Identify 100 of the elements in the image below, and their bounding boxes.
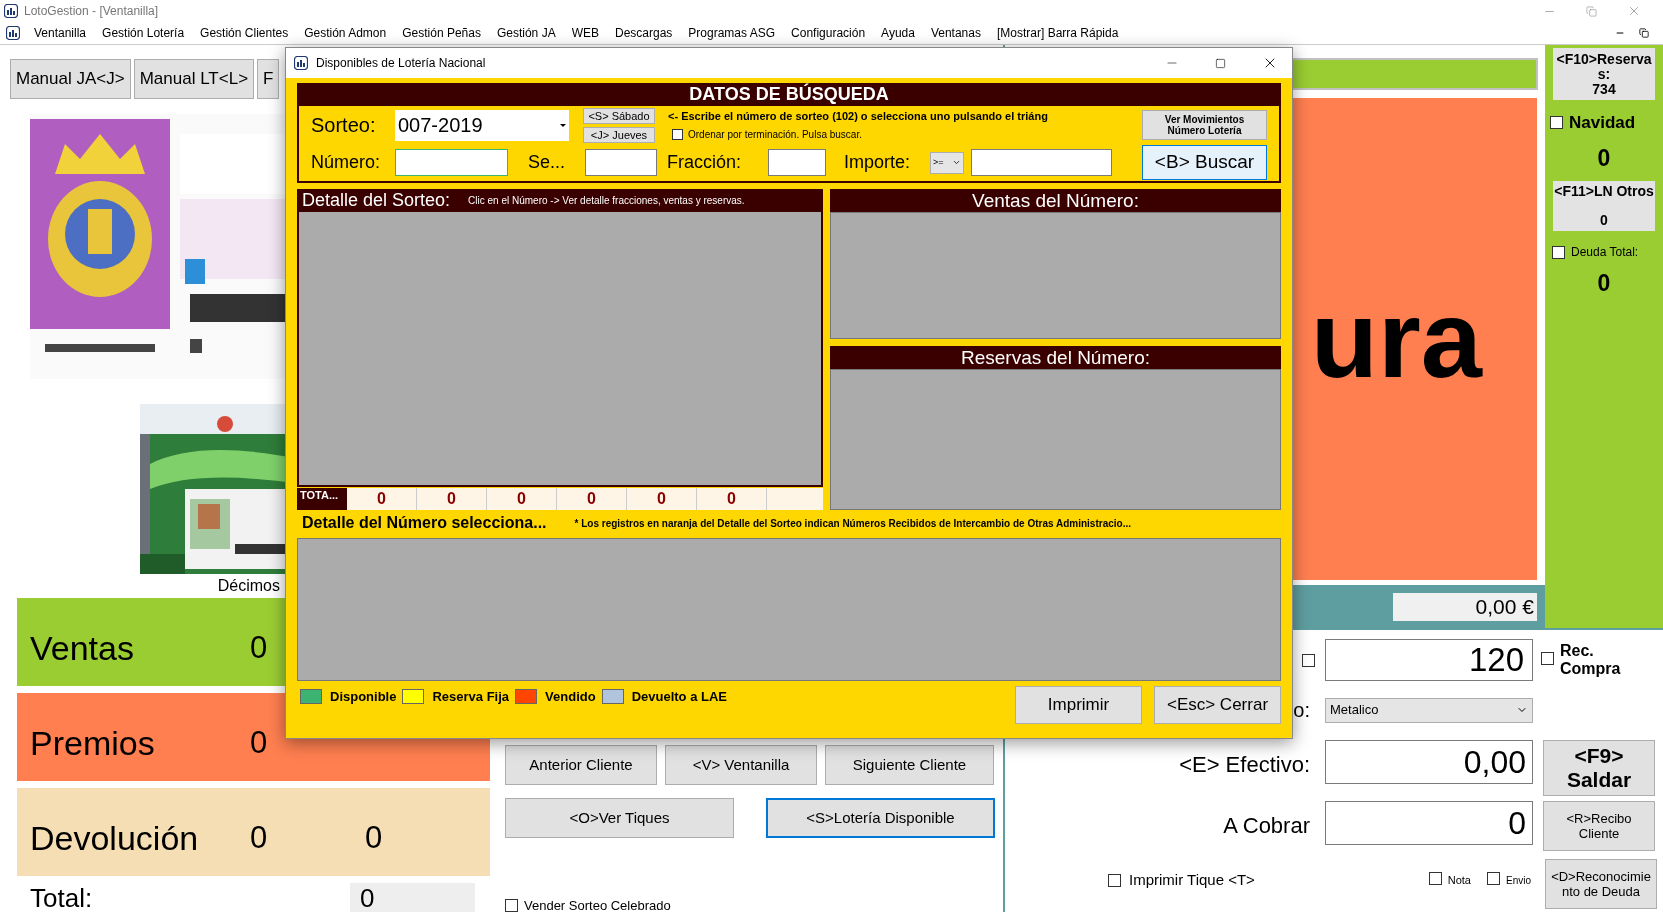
menu-item[interactable]: Descargas xyxy=(607,24,681,42)
checkbox[interactable] xyxy=(1302,653,1315,667)
recibo-button[interactable]: <R>Recibo Cliente xyxy=(1543,801,1655,851)
checkbox[interactable] xyxy=(1428,872,1442,885)
tab[interactable]: F xyxy=(257,59,280,99)
menu-item[interactable]: Gestión JA xyxy=(488,24,564,42)
client-button[interactable]: Anterior Cliente xyxy=(505,745,657,785)
checkbox-label: Vender Sorteo Celebrado xyxy=(524,897,671,912)
app-icon xyxy=(6,26,20,40)
menu-item[interactable]: Gestión Lotería xyxy=(94,24,193,42)
sorteo-select[interactable]: 007-2019 xyxy=(395,109,569,141)
menu-item[interactable]: Configuración xyxy=(783,24,874,42)
field-label: Importe: xyxy=(844,151,912,174)
count-value: 0 xyxy=(1597,269,1611,298)
menu-item[interactable]: [Mostrar] Barra Rápida xyxy=(988,24,1127,42)
search-button[interactable]: <B> Buscar xyxy=(1142,145,1267,180)
efectivo-field[interactable]: 0,00 xyxy=(1325,740,1533,784)
totals-cell: 0 xyxy=(627,488,697,510)
checkbox[interactable] xyxy=(672,129,683,141)
field-label: A Cobrar xyxy=(1223,812,1310,840)
dropdown-icon xyxy=(952,158,961,167)
count-value: 0 xyxy=(1597,143,1611,173)
serie-field[interactable] xyxy=(585,149,657,176)
dialog-button[interactable]: <Esc> Cerrar xyxy=(1154,686,1281,724)
field-label: Fracción: xyxy=(667,151,743,174)
action-button[interactable]: <O>Ver Tiques xyxy=(505,798,734,838)
legend-label: Disponible xyxy=(330,688,397,706)
totals-label: TOTA... xyxy=(297,488,347,510)
payment-select[interactable]: Metalico xyxy=(1325,697,1533,723)
row-value: 0 xyxy=(250,628,269,667)
row-label: Premios xyxy=(30,722,156,764)
row-value: 0 xyxy=(250,723,269,762)
menu-item[interactable]: Ventanas xyxy=(922,24,989,42)
total-field: 0 xyxy=(350,883,475,912)
fraccion-field[interactable] xyxy=(768,149,826,176)
totals-cell: 0 xyxy=(557,488,627,510)
checkbox-label: Imprimir Tique <T> xyxy=(1129,869,1255,890)
reconocimiento-button[interactable]: <D>Reconocimiento de Deuda xyxy=(1545,859,1657,909)
checkbox[interactable] xyxy=(1108,873,1121,887)
checkbox-label: Envio xyxy=(1506,873,1531,888)
caption: Décimos xyxy=(217,576,280,596)
checkbox-label: Rec. Compra xyxy=(1560,642,1622,678)
checkbox[interactable] xyxy=(1487,872,1500,885)
menu-item[interactable]: Ayuda xyxy=(873,24,923,42)
checkbox[interactable] xyxy=(1552,245,1565,259)
note-text: * Los registros en naranja del Detalle del Sorteo indican Números Recibidos de Intercambio de Otras Administracio... xyxy=(574,516,1131,531)
quantity-field[interactable]: 120 xyxy=(1325,639,1533,681)
day-button[interactable]: <S> Sábado xyxy=(583,107,655,124)
cobrar-field[interactable]: 0 xyxy=(1325,801,1533,845)
tab[interactable]: Manual LT<L> xyxy=(133,59,255,99)
row-label: Devolución xyxy=(30,817,200,859)
row-value: 0 xyxy=(250,818,269,857)
numero-field[interactable] xyxy=(395,149,508,176)
total-field: 0,00 € xyxy=(1393,592,1537,621)
otros-button[interactable]: <F11>LN Otros 0 xyxy=(1553,181,1655,231)
total-label: Total: xyxy=(30,883,94,912)
menu-item[interactable]: Gestión Clientes xyxy=(192,24,297,42)
hint-text: <- Escribe el número de sorteo (102) o selecciona uno pulsando el triáng xyxy=(668,108,1049,124)
legend-label: Vendido xyxy=(545,688,596,706)
client-button[interactable]: <V> Ventanilla xyxy=(665,745,817,785)
section-header: Reservas del Número: xyxy=(830,346,1281,369)
operator-select[interactable]: >= xyxy=(930,151,964,174)
maximize-icon[interactable] xyxy=(1215,57,1226,69)
checkbox[interactable] xyxy=(1550,116,1563,130)
section-header: Ventas del Número: xyxy=(830,189,1281,212)
checkbox-label: Ordenar por terminación. Pulsa buscar. xyxy=(688,128,862,143)
importe-field[interactable] xyxy=(971,149,1112,176)
menu-item[interactable]: Gestión Admon xyxy=(296,24,395,42)
display-text: ura xyxy=(1310,284,1482,395)
totals-cell: 0 xyxy=(697,488,767,510)
client-button[interactable]: Siguiente Cliente xyxy=(825,745,994,785)
menu-item[interactable]: Ventanilla xyxy=(26,24,95,42)
saldar-button[interactable]: <F9> Saldar xyxy=(1543,740,1655,796)
totals-cell: 0 xyxy=(487,488,557,510)
app-icon xyxy=(4,4,18,18)
tab[interactable]: Manual JA<J> xyxy=(10,59,131,99)
restore-icon[interactable] xyxy=(1639,28,1649,38)
menu-item[interactable]: WEB xyxy=(563,24,607,42)
dialog-button[interactable]: Imprimir xyxy=(1015,686,1142,724)
hint-text: Clic en el Número -> Ver detalle fracciones, ventas y reservas. xyxy=(468,194,745,208)
day-button[interactable]: <J> Jueves xyxy=(583,126,655,143)
checkbox-label: Nota xyxy=(1447,872,1471,888)
totals-cell: 0 xyxy=(347,488,417,510)
movimientos-button[interactable]: Ver Movimientos Número Lotería xyxy=(1142,110,1267,140)
menu-item[interactable]: Gestión Peñas xyxy=(394,24,489,42)
field-label: o: xyxy=(1293,698,1310,723)
row-value: 0 xyxy=(365,818,384,857)
dropdown-icon xyxy=(560,123,566,127)
reservas-button[interactable]: <F10>Reservas: 734 xyxy=(1553,48,1655,100)
field-label: Número: xyxy=(311,151,382,174)
legend-label: Reserva Fija xyxy=(432,688,510,706)
dialog-title: Disponibles de Lotería Nacional xyxy=(316,55,486,72)
checkbox[interactable] xyxy=(505,899,518,912)
totals-cell xyxy=(767,488,823,510)
action-button[interactable]: <S>Lotería Disponible xyxy=(766,798,995,838)
app-icon xyxy=(294,56,308,70)
field-label: Sorteo: xyxy=(311,113,377,138)
checkbox-label: Deuda Total: xyxy=(1571,244,1639,261)
checkbox[interactable] xyxy=(1541,652,1554,665)
menu-item[interactable]: Programas ASG xyxy=(680,24,784,42)
